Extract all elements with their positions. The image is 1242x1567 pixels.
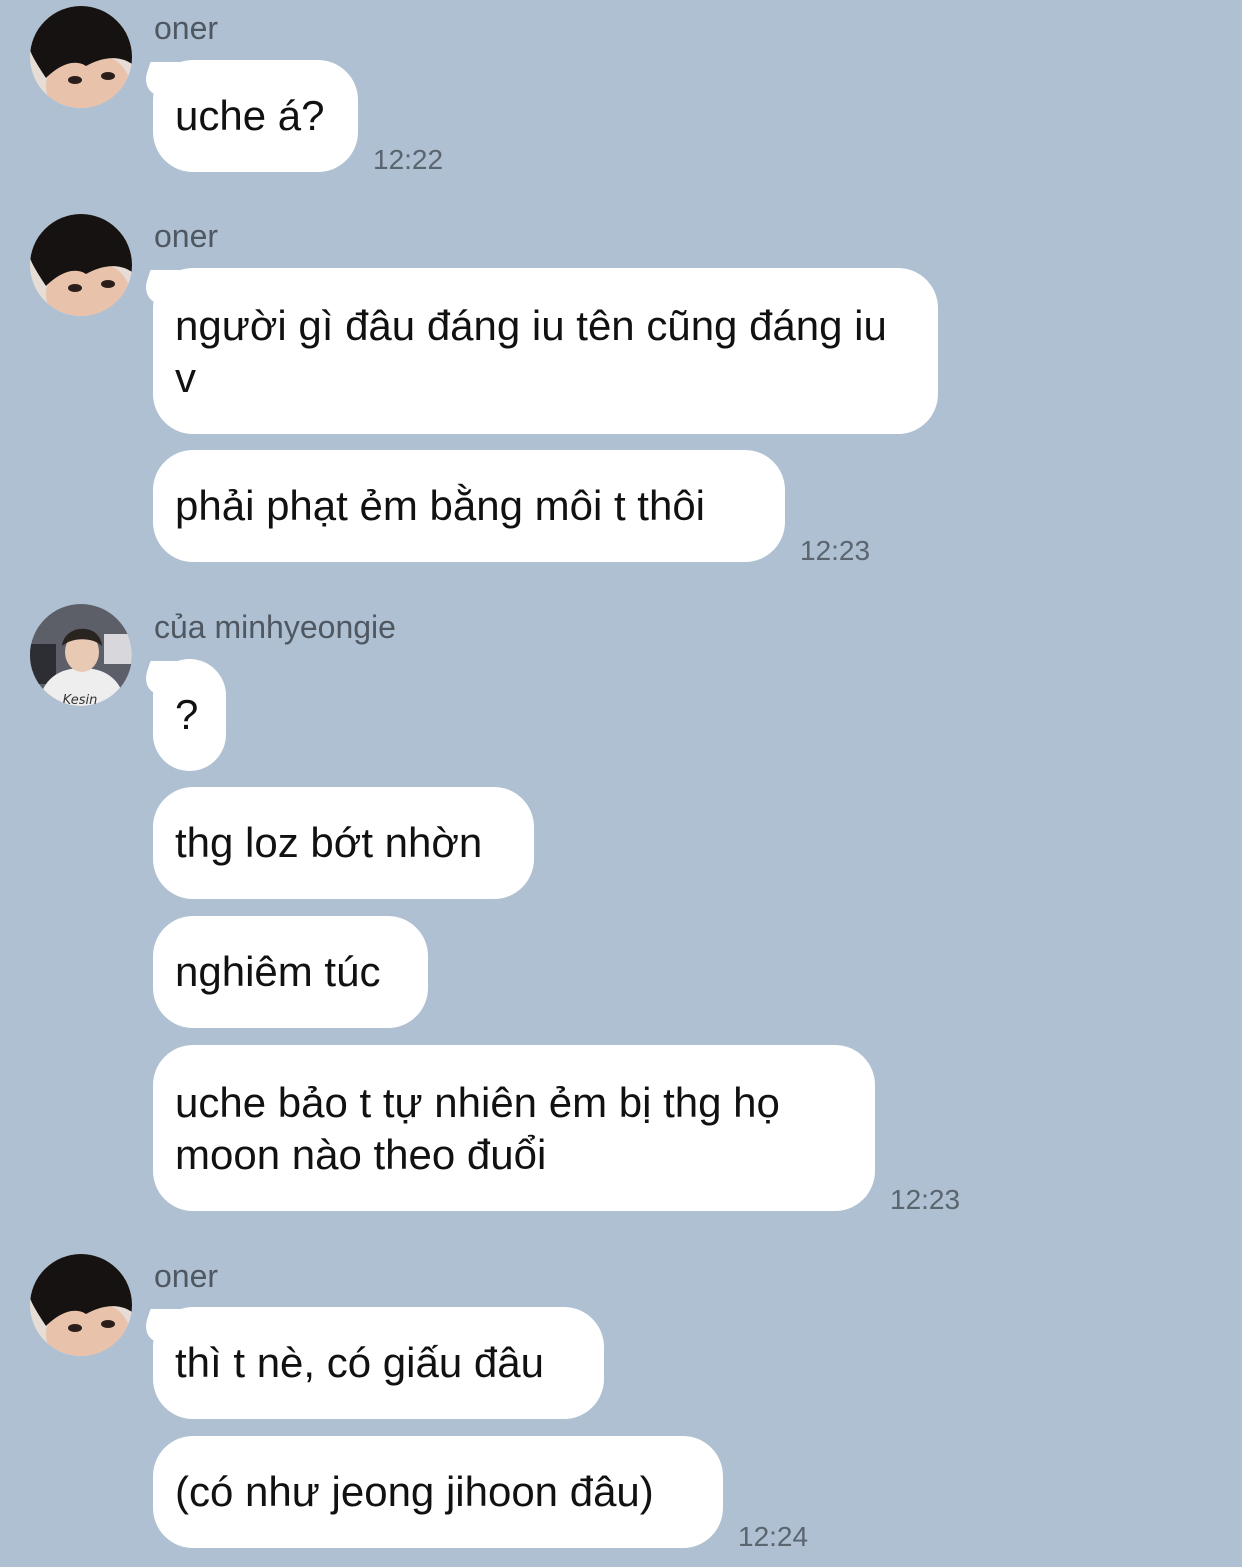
message-bubble[interactable]: thg loz bớt nhờn [153,787,534,899]
message-timestamp: 12:22 [373,144,444,175]
message-bubble[interactable]: (có như jeong jihoon đâu) [153,1436,723,1548]
sender-name: oner [154,218,219,254]
message-bubble[interactable]: ? [153,659,226,771]
message-bubble[interactable]: phải phạt ẻm bằng môi t thôi [153,450,785,562]
message-text: (có như jeong jihoon đâu) [175,1468,654,1515]
message-text: uche á? [175,92,325,139]
message-timestamp: 12:23 [890,1184,961,1215]
message-bubble[interactable]: nghiêm túc [153,916,428,1028]
message-bubble[interactable]: người gì đâu đáng iu tên cũng đáng iu v [153,268,938,434]
sender-name: của minhyeongie [154,609,396,645]
oner-avatar-icon[interactable] [30,6,132,108]
oner-avatar-icon[interactable] [30,214,132,316]
sender-name: oner [154,10,219,46]
oner-avatar-icon[interactable] [30,1254,132,1356]
message-bubble[interactable]: thì t nè, có giấu đâu [153,1307,604,1419]
message-text: thì t nè, có giấu đâu [175,1339,544,1386]
message-timestamp: 12:23 [800,535,871,566]
message-text: thg loz bớt nhờn [175,819,483,866]
sender-name: oner [154,1258,219,1294]
svg-text:Kesin: Kesin [63,693,98,706]
message-text: phải phạt ẻm bằng môi t thôi [175,482,706,529]
minhyeongie-avatar-icon[interactable]: Kesin [30,604,132,706]
message-text: người gì đâu đáng iu tên cũng đáng iu v [175,302,887,401]
message-bubble[interactable]: uche bảo t tự nhiên ẻm bị thg họ moon nà… [153,1045,875,1211]
message-bubble[interactable]: uche á? [153,60,358,172]
message-text: nghiêm túc [175,948,381,995]
message-text: ? [175,691,199,738]
message-text: uche bảo t tự nhiên ẻm bị thg họ moon nà… [175,1079,780,1178]
message-timestamp: 12:24 [738,1521,809,1552]
